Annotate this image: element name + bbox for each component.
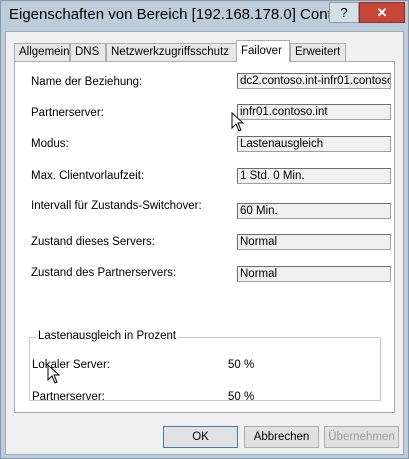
load-balance-group: Lastenausgleich in Prozent Lokaler Serve… — [29, 330, 381, 403]
mode-field[interactable]: Lastenausgleich — [237, 136, 391, 152]
failover-panel: Name der Beziehung: dc2.contoso.int-infr… — [14, 61, 395, 413]
state-this-label: Zustand dieses Servers: — [31, 236, 156, 248]
relationship-field[interactable]: dc2.contoso.int-infr01.contoso.ir — [237, 73, 391, 89]
switchover-label: Intervall für Zustands-Switchover: — [31, 200, 202, 212]
close-button[interactable]: ✕ — [359, 2, 405, 23]
tab-allgemein[interactable]: Allgemein — [14, 43, 70, 61]
local-server-percent: 50 % — [228, 359, 255, 371]
cancel-button[interactable]: Abbrechen — [244, 426, 319, 448]
partner-server-label: Partnerserver: — [31, 107, 104, 119]
apply-button[interactable]: Übernehmen — [324, 426, 399, 448]
mouse-pointer-icon — [47, 364, 61, 384]
dialog-client-area: Allgemein DNS Netzwerkzugriffsschutz Fai… — [5, 31, 404, 455]
relationship-label: Name der Beziehung: — [31, 76, 143, 88]
help-button[interactable]: ? — [329, 2, 359, 23]
tab-netzwerkzugriffsschutz[interactable]: Netzwerkzugriffsschutz — [106, 43, 238, 61]
switchover-field[interactable]: 60 Min. — [237, 203, 391, 219]
partner-server-percent: 50 % — [228, 391, 255, 403]
partner-server-percent-label: Partnerserver: — [32, 391, 105, 403]
properties-dialog: Eigenschaften von Bereich [192.168.178.0… — [0, 0, 409, 459]
window-title: Eigenschaften von Bereich [192.168.178.0… — [9, 6, 329, 23]
state-this-field[interactable]: Normal — [237, 234, 391, 250]
state-partner-label: Zustand des Partnerservers: — [31, 267, 177, 279]
mode-label: Modus: — [31, 138, 69, 150]
mclt-label: Max. Clientvorlaufzeit: — [31, 170, 145, 182]
mouse-pointer-icon — [231, 112, 245, 132]
partner-server-field[interactable]: infr01.contoso.int — [237, 104, 391, 120]
mclt-field[interactable]: 1 Std. 0 Min. — [237, 168, 391, 184]
title-bar[interactable]: Eigenschaften von Bereich [192.168.178.0… — [1, 1, 408, 31]
state-partner-field[interactable]: Normal — [237, 266, 391, 282]
local-server-label: Lokaler Server: — [32, 359, 110, 371]
tab-failover[interactable]: Failover — [236, 40, 290, 62]
tab-dns[interactable]: DNS — [70, 43, 106, 61]
tab-erweitert[interactable]: Erweitert — [290, 43, 346, 61]
load-balance-title: Lastenausgleich in Prozent — [36, 330, 179, 342]
ok-button[interactable]: OK — [163, 426, 238, 448]
